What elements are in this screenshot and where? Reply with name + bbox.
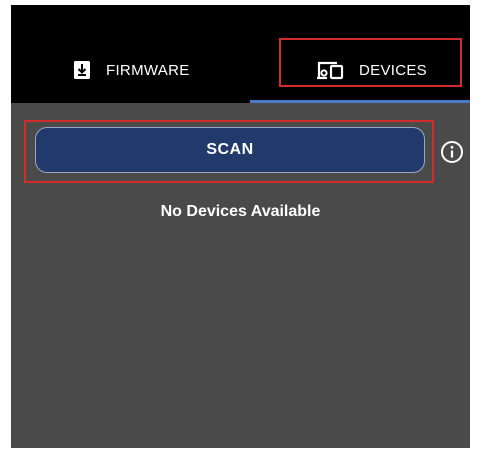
app-screen: FIRMWARE DEVICES SCAN No Devices Availab… — [11, 5, 470, 448]
tab-bar: FIRMWARE DEVICES — [11, 5, 470, 103]
scan-button[interactable]: SCAN — [35, 127, 425, 173]
tab-firmware[interactable]: FIRMWARE — [51, 50, 272, 90]
scan-button-label: SCAN — [206, 141, 254, 158]
tab-firmware-label: FIRMWARE — [106, 61, 190, 79]
info-icon[interactable] — [440, 140, 464, 164]
tab-devices[interactable]: DEVICES — [281, 50, 461, 90]
download-box-icon — [72, 60, 92, 80]
devices-panel: SCAN No Devices Available — [11, 103, 470, 448]
devices-icon — [315, 60, 345, 80]
tab-devices-label: DEVICES — [359, 61, 427, 79]
no-devices-message: No Devices Available — [160, 203, 321, 220]
